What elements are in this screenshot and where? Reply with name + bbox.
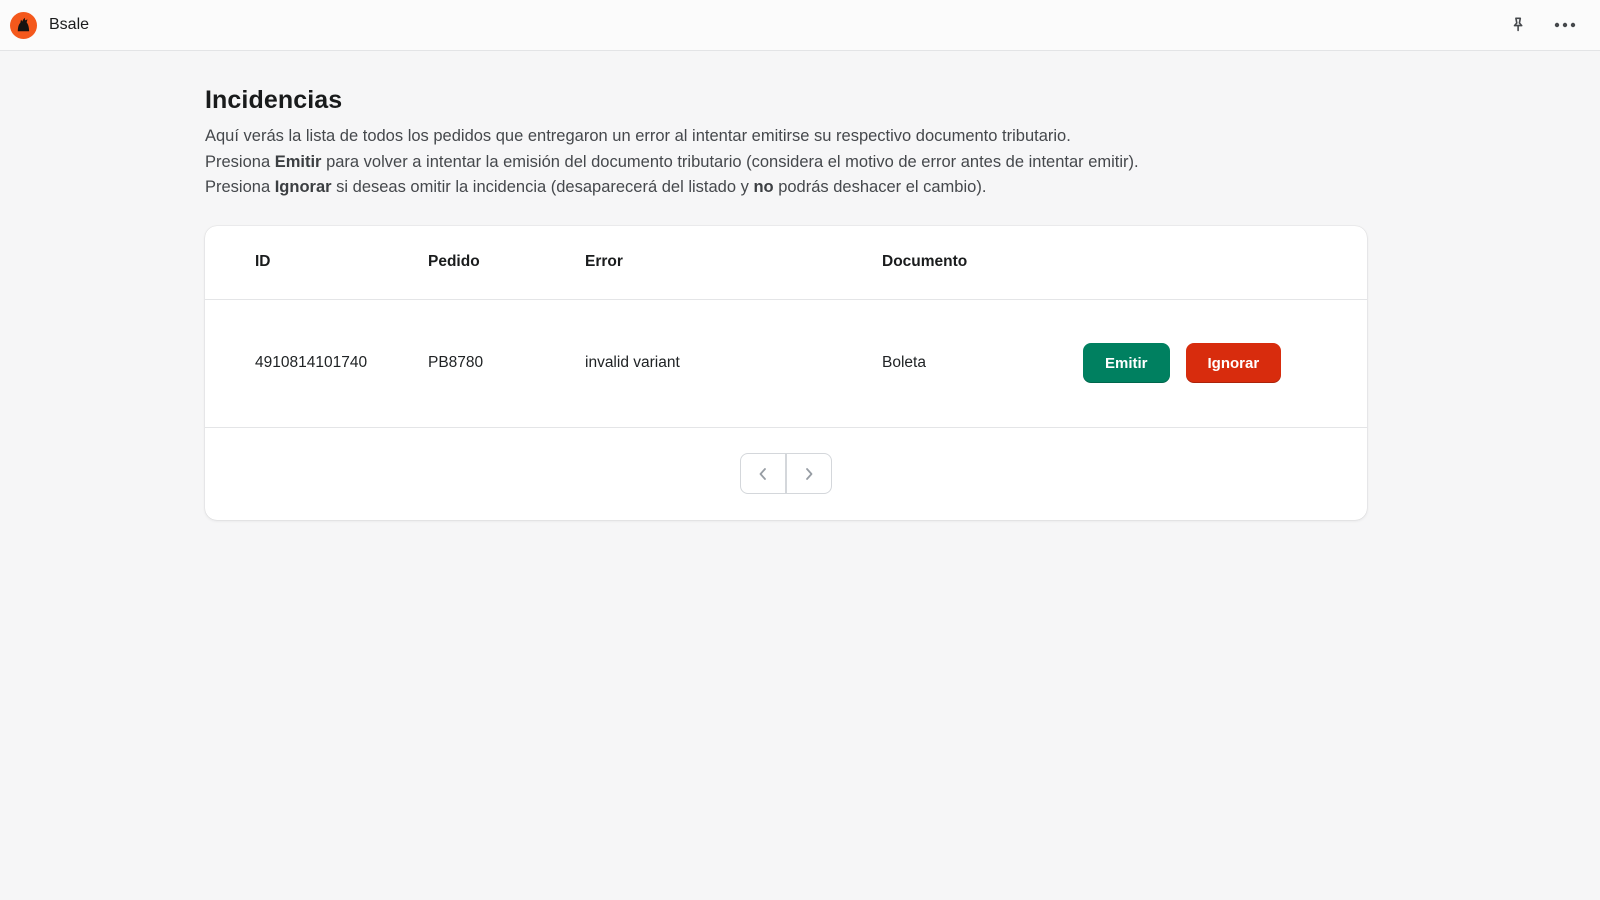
intro-line-3: Presiona Ignorar si deseas omitir la inc… bbox=[205, 178, 987, 196]
pin-icon bbox=[1513, 17, 1523, 32]
pin-button[interactable] bbox=[1506, 13, 1530, 37]
column-header-pedido: Pedido bbox=[428, 253, 480, 270]
page-description: Aquí verás la lista de todos los pedidos… bbox=[205, 124, 1367, 201]
cell-pedido: PB8780 bbox=[428, 354, 484, 371]
main-content: Incidencias Aquí verás la lista de todos… bbox=[0, 51, 1367, 520]
app-name: Bsale bbox=[49, 16, 90, 33]
intro-line-1: Aquí verás la lista de todos los pedidos… bbox=[205, 127, 1071, 145]
cell-documento: Boleta bbox=[882, 354, 926, 371]
app-identity: Bsale bbox=[10, 11, 90, 39]
ellipsis-icon bbox=[1554, 22, 1576, 28]
bsale-logo-icon bbox=[10, 11, 37, 39]
cell-id: 4910814101740 bbox=[255, 354, 368, 371]
table-header-row: ID Pedido Error Documento bbox=[205, 226, 1367, 300]
cell-error: invalid variant bbox=[585, 354, 680, 371]
column-header-error: Error bbox=[585, 253, 623, 270]
pagination-footer bbox=[205, 428, 1367, 520]
intro-line-2: Presiona Emitir para volver a intentar l… bbox=[205, 152, 1139, 171]
table-row: 4910814101740 PB8780 invalid variant Bol… bbox=[205, 300, 1367, 428]
pagination bbox=[740, 453, 832, 494]
chevron-right-icon bbox=[806, 467, 813, 480]
column-header-documento: Documento bbox=[882, 253, 968, 270]
next-page-button[interactable] bbox=[786, 453, 832, 494]
topbar: Bsale bbox=[0, 0, 1600, 51]
column-header-id: ID bbox=[255, 253, 271, 270]
more-options-button[interactable] bbox=[1552, 20, 1578, 30]
chevron-left-icon bbox=[759, 467, 766, 480]
emit-button[interactable]: Emitir bbox=[1083, 343, 1170, 383]
previous-page-button[interactable] bbox=[740, 453, 786, 494]
incidents-card: ID Pedido Error Documento 4910814101740 … bbox=[205, 225, 1367, 520]
page-title: Incidencias bbox=[205, 86, 343, 114]
row-actions: Emitir Ignorar bbox=[1083, 343, 1317, 383]
ignore-button[interactable]: Ignorar bbox=[1185, 343, 1282, 383]
